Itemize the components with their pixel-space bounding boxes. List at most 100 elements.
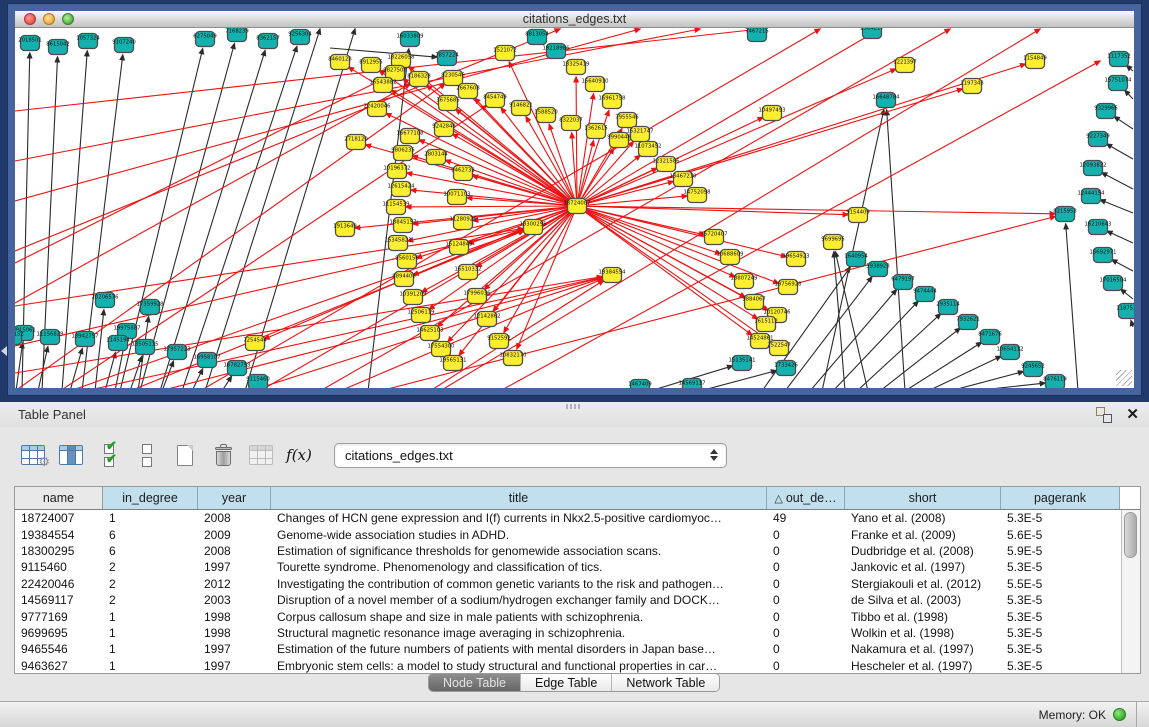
column-header-title[interactable]: title bbox=[271, 487, 767, 509]
graph-edge[interactable] bbox=[1107, 231, 1133, 243]
graph-node[interactable]: 6275049 bbox=[193, 32, 217, 47]
graph-node[interactable]: 9474444 bbox=[913, 287, 937, 302]
graph-node[interactable]: 11154539 bbox=[383, 200, 410, 215]
graph-edge[interactable] bbox=[245, 29, 355, 388]
panel-collapse-arrow-icon[interactable] bbox=[1, 346, 7, 356]
graph-node[interactable]: 13325419 bbox=[563, 60, 590, 75]
network-canvas[interactable]: 1872400718300295193845548460123891295518… bbox=[15, 28, 1134, 388]
graph-node[interactable]: 9256304 bbox=[288, 30, 312, 45]
column-header-short[interactable]: short bbox=[845, 487, 1001, 509]
graph-node[interactable]: 12093822 bbox=[1080, 161, 1107, 176]
graph-node[interactable]: 12321586 bbox=[653, 157, 681, 172]
graph-node[interactable]: 18807249 bbox=[731, 274, 758, 289]
graph-node[interactable]: 12506119 bbox=[408, 308, 435, 323]
graph-node[interactable]: 9107240 bbox=[112, 38, 136, 53]
import-table-icon[interactable] bbox=[246, 440, 276, 470]
graph-edge[interactable] bbox=[887, 110, 905, 388]
graph-node[interactable]: 9806235 bbox=[391, 146, 415, 161]
graph-node[interactable]: 1521072 bbox=[493, 46, 517, 61]
graph-node[interactable]: 14625103 bbox=[417, 326, 444, 341]
graph-edge[interactable] bbox=[222, 376, 232, 388]
graph-edge[interactable] bbox=[905, 342, 982, 388]
graph-node[interactable]: 3913152 bbox=[15, 330, 24, 345]
graph-node[interactable]: 9154409 bbox=[846, 208, 870, 223]
graph-node[interactable]: 9227349 bbox=[1086, 132, 1110, 147]
window-titlebar[interactable]: citations_edges.txt bbox=[15, 11, 1134, 28]
graph-node[interactable]: 15135141 bbox=[729, 356, 756, 371]
delete-column-icon[interactable] bbox=[208, 440, 238, 470]
graph-edge[interactable] bbox=[972, 383, 1045, 388]
zoom-window-button[interactable] bbox=[62, 13, 74, 25]
table-row[interactable]: 946554611997Estimation of the future num… bbox=[15, 641, 1140, 657]
new-column-icon[interactable] bbox=[170, 440, 200, 470]
table-row[interactable]: 977716911998Corpus callosum shape and si… bbox=[15, 608, 1140, 624]
tab-node-table[interactable]: Node Table bbox=[429, 674, 521, 691]
deselect-all-icon[interactable] bbox=[132, 440, 162, 470]
graph-edge[interactable] bbox=[1131, 321, 1133, 327]
graph-edge[interactable] bbox=[1114, 117, 1133, 129]
graph-node[interactable]: 13942757 bbox=[72, 332, 99, 347]
graph-edge[interactable] bbox=[576, 77, 577, 206]
graph-node[interactable]: 8912955 bbox=[359, 58, 383, 73]
graph-node[interactable]: 13467210 bbox=[670, 172, 698, 187]
graph-edge[interactable] bbox=[95, 310, 104, 388]
graph-node[interactable]: 1221397 bbox=[893, 58, 917, 73]
graph-edge[interactable] bbox=[70, 349, 82, 388]
graph-node[interactable]: 10688609 bbox=[717, 250, 744, 265]
graph-node[interactable]: 12142862 bbox=[474, 312, 501, 327]
graph-node[interactable]: 18724007 bbox=[564, 199, 591, 214]
column-header-out_de[interactable]: △out_de… bbox=[767, 487, 845, 509]
table-row[interactable]: 969969511998Structural magnetic resonanc… bbox=[15, 625, 1140, 641]
table-row[interactable]: 1938455462009Genome-wide association stu… bbox=[15, 526, 1140, 542]
graph-node[interactable]: 16782753 bbox=[224, 361, 251, 376]
graph-node[interactable]: 15124849 bbox=[446, 240, 473, 255]
graph-edge[interactable] bbox=[1127, 66, 1133, 71]
graph-node[interactable]: 15640910 bbox=[582, 77, 610, 92]
graph-node[interactable]: 12444154 bbox=[1078, 189, 1106, 204]
window-resize-grip[interactable] bbox=[1116, 370, 1132, 386]
graph-edge[interactable] bbox=[700, 371, 776, 388]
graph-edge[interactable] bbox=[130, 356, 142, 388]
graph-node[interactable]: 17554300 bbox=[428, 342, 456, 357]
graph-node[interactable]: 15692971 bbox=[1090, 248, 1117, 263]
graph-node[interactable]: 1588520 bbox=[534, 108, 558, 123]
graph-node[interactable]: 15321747 bbox=[627, 127, 654, 142]
graph-edge[interactable] bbox=[1121, 289, 1133, 299]
minimize-window-button[interactable] bbox=[43, 13, 55, 25]
graph-node[interactable]: 14569117 bbox=[679, 379, 706, 389]
float-panel-icon[interactable] bbox=[1096, 407, 1112, 423]
graph-node[interactable]: 8894406 bbox=[392, 272, 416, 287]
graph-node[interactable]: 9152592 bbox=[487, 334, 511, 349]
graph-node[interactable]: 8454749 bbox=[483, 93, 507, 108]
graph-node[interactable]: 19654923 bbox=[783, 252, 810, 267]
table-scrollbar-thumb[interactable] bbox=[1124, 512, 1137, 558]
graph-node[interactable]: 12615424 bbox=[388, 182, 416, 197]
graph-node[interactable]: 8471676 bbox=[978, 330, 1002, 345]
graph-node[interactable]: 9245652 bbox=[1021, 362, 1045, 377]
graph-node[interactable]: 3675685 bbox=[436, 96, 460, 111]
graph-node[interactable]: 1187533 bbox=[1116, 304, 1134, 319]
graph-node[interactable]: 7955546 bbox=[615, 113, 639, 128]
graph-edge[interactable] bbox=[16, 343, 23, 388]
memory-status-indicator[interactable] bbox=[1113, 708, 1126, 721]
graph-edge[interactable] bbox=[1066, 224, 1078, 388]
column-header-pagerank[interactable]: pagerank bbox=[1001, 487, 1120, 509]
graph-node[interactable]: 1640954 bbox=[844, 252, 868, 267]
tab-edge-table[interactable]: Edge Table bbox=[521, 674, 612, 691]
close-panel-icon[interactable]: ✕ bbox=[1126, 407, 1139, 422]
graph-node[interactable]: 8460123 bbox=[328, 55, 352, 70]
graph-edge[interactable] bbox=[406, 206, 577, 207]
graph-edge[interactable] bbox=[810, 290, 897, 388]
graph-edge[interactable] bbox=[785, 277, 872, 388]
graph-node[interactable]: 2803144 bbox=[424, 150, 448, 165]
graph-node[interactable]: 2522547 bbox=[767, 341, 791, 356]
graph-node[interactable]: 9115460 bbox=[246, 375, 270, 389]
graph-node[interactable]: 1057324 bbox=[76, 34, 100, 49]
graph-node[interactable]: 11073452 bbox=[635, 142, 662, 157]
column-header-name[interactable]: name bbox=[15, 487, 103, 509]
graph-node[interactable]: 13505115 bbox=[132, 340, 159, 355]
graph-node[interactable]: 16510332 bbox=[455, 265, 482, 280]
graph-edge[interactable] bbox=[456, 109, 577, 206]
graph-node[interactable]: 8813054 bbox=[525, 30, 549, 45]
graph-edge[interactable] bbox=[1125, 90, 1133, 99]
